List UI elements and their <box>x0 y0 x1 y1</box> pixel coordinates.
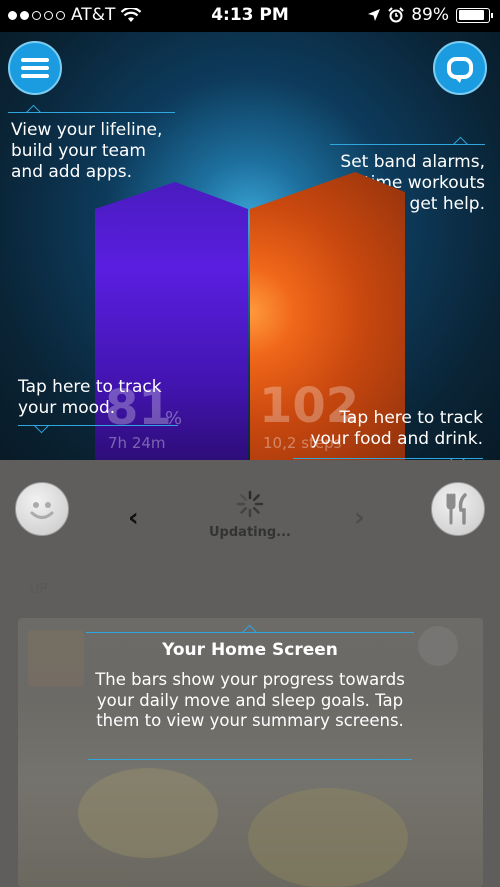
alarm-icon <box>388 7 404 23</box>
main-dashboard: View your lifeline, build your team and … <box>0 32 500 460</box>
tooltip-mood: Tap here to track your mood. <box>18 377 162 418</box>
tooltip-caret-lifeline <box>25 104 42 121</box>
feed-card-corner-icon <box>418 626 458 666</box>
menu-button[interactable] <box>8 41 62 95</box>
tooltip-caret-alarms <box>452 136 469 153</box>
fork-knife-icon <box>446 493 467 525</box>
feed-card-image-blur <box>78 768 218 858</box>
feed-section-label: UP <box>30 582 48 597</box>
sleep-duration: 7h 24m <box>108 434 166 452</box>
move-steps-value: 10,2 <box>263 434 297 452</box>
home-screen-tip: Your Home Screen The bars show your prog… <box>86 632 414 732</box>
feed-card-image-blur-2 <box>248 788 408 887</box>
feed-card-thumbnail <box>28 630 84 686</box>
location-arrow-icon <box>368 9 381 21</box>
updating-label: Updating... <box>209 525 291 540</box>
home-tip-bottom-line <box>88 759 412 760</box>
smiley-face-icon <box>30 502 54 519</box>
chat-button[interactable] <box>433 41 487 95</box>
tooltip-food: Tap here to track your food and drink. <box>310 408 483 449</box>
status-right-group: 89% <box>367 5 493 25</box>
status-bar: AT&T 4:13 PM 89% <box>0 0 500 32</box>
loading-spinner-icon <box>236 490 264 518</box>
home-tip-body: The bars show your progress towards your… <box>95 670 405 730</box>
tooltip-caret-mood <box>33 417 50 434</box>
battery-icon <box>456 7 493 23</box>
home-tip-title: Your Home Screen <box>162 640 338 660</box>
tooltip-lifeline: View your lifeline, build your team and … <box>11 120 163 182</box>
chat-bubble-icon <box>447 57 473 83</box>
hamburger-menu-icon <box>21 54 49 82</box>
battery-percent: 89% <box>411 5 449 25</box>
